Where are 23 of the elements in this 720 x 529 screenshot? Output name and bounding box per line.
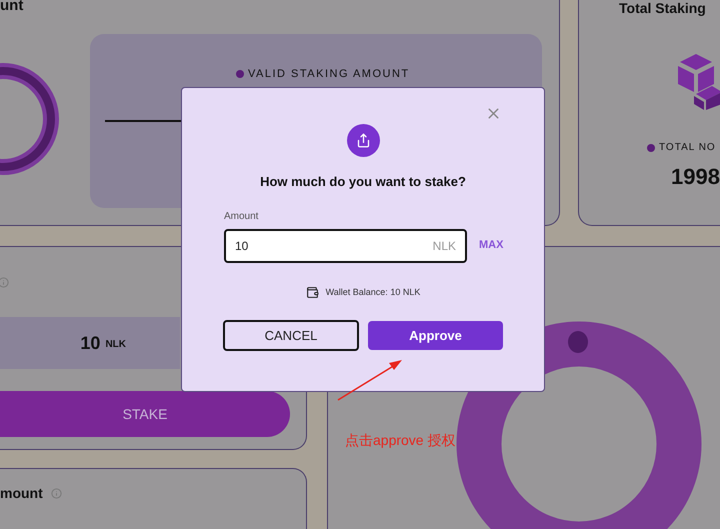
legend-label: TOTAL NO [659, 141, 716, 155]
stake-unit: NLK [105, 338, 126, 352]
annotation-text: 点击approve 授权 [345, 431, 456, 450]
info-icon [0, 277, 9, 288]
legend-label: VALID STAKING AMOUNT [248, 67, 410, 82]
upload-icon [346, 124, 380, 157]
stake-button[interactable]: STAKE [0, 391, 290, 437]
amount-label: Amount [224, 210, 260, 224]
cancel-button[interactable]: CANCEL [223, 320, 359, 351]
dialog-title: How much do you want to stake? [260, 173, 466, 191]
stake-amount: 10 [80, 332, 100, 354]
wallet-icon [306, 286, 319, 299]
card-heading: unt [0, 0, 24, 14]
total-value: 1998 [671, 163, 720, 191]
max-button[interactable]: MAX [479, 237, 504, 254]
approve-button[interactable]: Approve [368, 321, 503, 350]
wallet-balance: Wallet Balance: 10 NLK [326, 286, 420, 298]
info-icon [50, 488, 62, 499]
annotation-arrow [337, 359, 403, 401]
unit-label: NLK [432, 238, 456, 254]
card-heading: mount [0, 484, 43, 503]
amount-field[interactable]: 10 NLK [224, 228, 467, 262]
card-heading: Total Staking [619, 0, 706, 16]
